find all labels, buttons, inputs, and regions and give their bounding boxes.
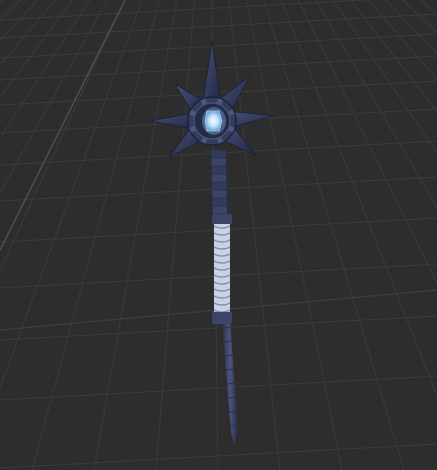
grid-line bbox=[294, 0, 437, 470]
grip-top-collar bbox=[212, 214, 232, 224]
shaft-upper-segment bbox=[210, 157, 227, 167]
grid-line bbox=[0, 375, 437, 401]
staff-grip-wrap bbox=[212, 214, 232, 324]
shaft-upper-segment bbox=[211, 173, 228, 183]
grid-line bbox=[318, 0, 437, 470]
grid-line bbox=[312, 0, 437, 470]
grid-line bbox=[0, 0, 4, 4]
staff-shaft-upper bbox=[210, 149, 228, 215]
grid-line bbox=[0, 443, 437, 469]
glowing-gem bbox=[202, 107, 226, 135]
grid-line bbox=[0, 0, 126, 470]
grid-line bbox=[245, 0, 343, 470]
grid-axis-line-green bbox=[0, 0, 126, 251]
grid-line bbox=[93, 0, 178, 470]
grid-line bbox=[280, 0, 437, 398]
grid-line bbox=[298, 0, 437, 285]
gem-body bbox=[204, 110, 223, 132]
staff-shaft-lower bbox=[222, 320, 239, 444]
grip-body bbox=[214, 222, 230, 324]
grid-line bbox=[367, 0, 437, 81]
shaft-upper-segment bbox=[210, 165, 227, 175]
mace-spike bbox=[202, 40, 222, 104]
shaft-upper-segment bbox=[211, 205, 228, 215]
grid-line bbox=[0, 55, 437, 81]
shaft-upper-segment bbox=[211, 197, 228, 207]
grid-line bbox=[315, 0, 437, 209]
grid-line bbox=[0, 0, 108, 195]
grip-pommel-collar bbox=[212, 312, 232, 324]
grid-line bbox=[332, 0, 437, 154]
scene-canvas[interactable] bbox=[0, 0, 437, 470]
grid-line bbox=[0, 0, 91, 140]
grid-line bbox=[384, 0, 437, 55]
3d-viewport[interactable] bbox=[0, 0, 437, 470]
grid-line bbox=[0, 0, 74, 99]
grid-line bbox=[300, 0, 437, 470]
shaft-upper-segment bbox=[210, 149, 227, 159]
grid-line bbox=[436, 0, 437, 1]
shaft-upper-segment bbox=[211, 189, 228, 199]
shaft-upper-segment bbox=[211, 181, 228, 191]
grid-line bbox=[0, 0, 143, 390]
grid-line bbox=[306, 0, 437, 470]
